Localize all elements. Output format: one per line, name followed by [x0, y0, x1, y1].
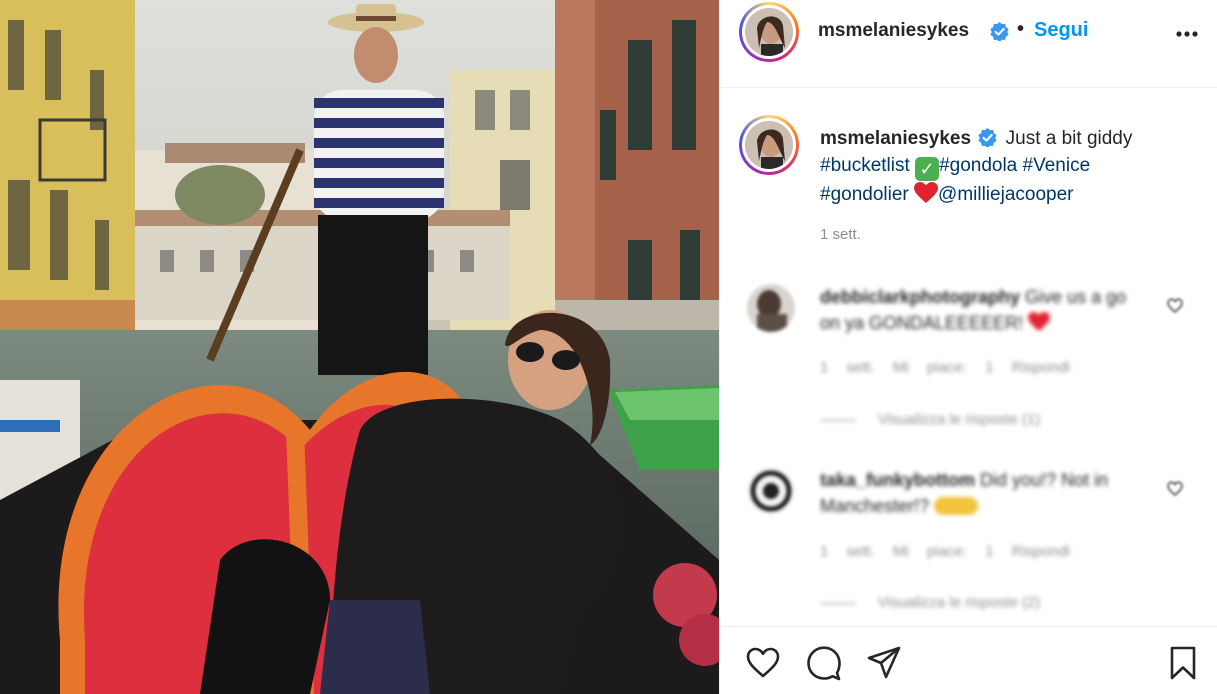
view-replies-label: Visualizza le risposte (1) [878, 411, 1041, 428]
comment-text: taka_funkybottom Did you!? Not in Manche… [820, 467, 1150, 519]
caption-avatar-image [745, 121, 793, 169]
caption-intro: Just a bit giddy [1005, 128, 1133, 149]
comment-meta: 1 sett. Mi piace: 1 Rispondi [820, 543, 1070, 560]
replies-divider [820, 419, 856, 421]
hashtag-gondola[interactable]: #gondola [939, 155, 1017, 176]
heart-icon[interactable] [745, 645, 781, 681]
reply-button[interactable]: Rispondi [1012, 543, 1070, 560]
post-side-panel: msmelaniesykes • Segui msmelaniesykes Ju… [719, 0, 1217, 694]
caption-text: msmelaniesykes Just a bit giddy #bucketl… [820, 125, 1200, 208]
paper-plane-icon[interactable] [866, 645, 902, 681]
comment-meta: 1 sett. Mi piace: 1 Rispondi [820, 359, 1070, 376]
comment-bubble-icon[interactable] [806, 645, 842, 681]
commenter-avatar[interactable] [747, 284, 795, 332]
hashtag-venice[interactable]: #Venice [1023, 155, 1091, 176]
caption-username[interactable]: msmelaniesykes [820, 128, 971, 149]
gondola-photo-image [0, 0, 719, 694]
mention-link[interactable]: @milliejacooper [938, 184, 1073, 205]
post-timestamp: 1 sett. [820, 226, 861, 243]
commenter-avatar[interactable] [747, 467, 795, 515]
author-avatar-image [745, 8, 793, 56]
bookmark-icon[interactable] [1165, 645, 1201, 681]
check-mark-emoji-icon: ✓ [915, 157, 940, 181]
hashtag-bucketlist[interactable]: #bucketlist [820, 155, 910, 176]
comment-text: debbiclarkphotography Give us a go on ya… [820, 284, 1150, 336]
comment-time: 1 sett. [820, 359, 875, 376]
post-header: msmelaniesykes • Segui [720, 0, 1217, 88]
red-heart-emoji-icon [914, 182, 939, 203]
view-replies-link[interactable]: Visualizza le risposte (2) [820, 594, 1040, 611]
verified-badge-icon [990, 22, 1009, 41]
caption-author-avatar[interactable] [739, 115, 799, 175]
emoji-icon [934, 497, 979, 515]
verified-badge-icon [978, 128, 997, 148]
heart-outline-icon[interactable] [1167, 481, 1183, 497]
comment-time: 1 sett. [820, 543, 875, 560]
commenter-avatar-image [747, 284, 795, 332]
hashtag-gondolier[interactable]: #gondolier [820, 184, 909, 205]
view-replies-link[interactable]: Visualizza le risposte (1) [820, 411, 1040, 428]
author-avatar[interactable] [739, 2, 799, 62]
commenter-username[interactable]: taka_funkybottom [820, 470, 975, 490]
post-actions-bar [720, 626, 1217, 694]
header-separator: • [1017, 18, 1025, 40]
reply-button[interactable]: Rispondi [1012, 359, 1070, 376]
heart-outline-icon[interactable] [1167, 298, 1183, 314]
view-replies-label: Visualizza le risposte (2) [878, 594, 1041, 611]
red-heart-emoji-icon [1028, 312, 1051, 332]
replies-divider [820, 602, 856, 604]
post-photo[interactable] [0, 0, 719, 694]
commenter-avatar-image [747, 467, 795, 515]
commenter-username[interactable]: debbiclarkphotography [820, 287, 1020, 307]
follow-button[interactable]: Segui [1034, 19, 1088, 42]
comment-likes[interactable]: Mi piace: 1 [893, 543, 994, 560]
author-username[interactable]: msmelaniesykes [818, 20, 969, 42]
comment-likes[interactable]: Mi piace: 1 [893, 359, 994, 376]
more-options-icon[interactable] [1172, 22, 1202, 46]
